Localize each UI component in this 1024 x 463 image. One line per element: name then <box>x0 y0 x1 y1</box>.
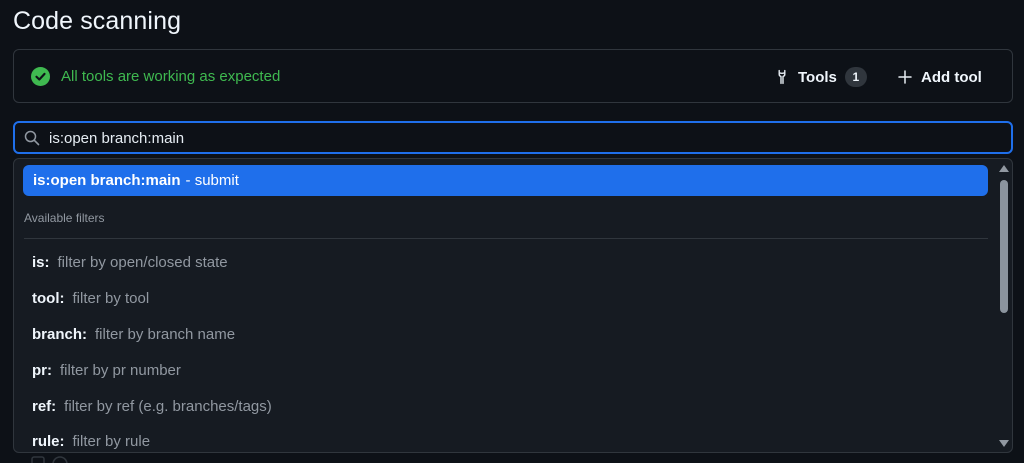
filter-item-pr[interactable]: pr: filter by pr number <box>14 352 994 388</box>
filter-item-tool[interactable]: tool: filter by tool <box>14 281 994 317</box>
filter-description: filter by tool <box>72 290 150 308</box>
filter-key: tool: <box>32 290 65 308</box>
tools-button[interactable]: Tools 1 <box>774 63 867 91</box>
filter-description: filter by ref (e.g. branches/tags) <box>64 397 272 415</box>
check-circle-fill-icon <box>31 67 50 86</box>
filter-description: filter by rule <box>72 433 151 451</box>
divider <box>24 238 988 239</box>
submit-suggestion[interactable]: is:open branch:main - submit <box>23 165 988 196</box>
search-field[interactable] <box>13 121 1013 154</box>
filter-key: pr: <box>32 361 52 379</box>
filter-key: branch: <box>32 325 88 343</box>
filter-list: is: filter by open/closed state tool: fi… <box>14 245 994 452</box>
suggestion-suffix: - submit <box>185 172 239 189</box>
scroll-thumb[interactable] <box>1000 180 1008 313</box>
page: Code scanning All tools are working as e… <box>0 0 1024 463</box>
partially-hidden-checkbox-icon <box>31 456 68 463</box>
tools-count-badge: 1 <box>844 67 867 87</box>
page-title: Code scanning <box>13 7 182 35</box>
filter-key: is: <box>32 254 50 272</box>
add-tool-button[interactable]: Add tool <box>898 63 982 91</box>
scroll-down-arrow-icon[interactable] <box>999 440 1009 447</box>
filter-item-rule[interactable]: rule: filter by rule <box>14 424 994 452</box>
filter-key: rule: <box>32 433 65 451</box>
search-input[interactable] <box>49 126 999 150</box>
tools-icon <box>778 69 786 85</box>
filter-description: filter by pr number <box>60 361 181 379</box>
dropdown-scrollbar[interactable] <box>997 161 1011 451</box>
filter-item-is[interactable]: is: filter by open/closed state <box>14 245 994 281</box>
filter-key: ref: <box>32 397 57 415</box>
plus-icon <box>898 70 912 84</box>
tool-status-panel: All tools are working as expected Tools … <box>13 49 1013 103</box>
status-message: All tools are working as expected <box>61 68 281 85</box>
filter-suggestions-dropdown: is:open branch:main - submit Available f… <box>13 158 1013 453</box>
suggestion-query: is:open branch:main <box>33 172 181 189</box>
scroll-up-arrow-icon[interactable] <box>999 165 1009 172</box>
tools-label: Tools <box>798 68 837 86</box>
add-tool-label: Add tool <box>921 68 982 86</box>
filter-description: filter by branch name <box>95 325 236 343</box>
search-icon <box>24 130 40 146</box>
filter-description: filter by open/closed state <box>57 254 228 272</box>
filter-item-branch[interactable]: branch: filter by branch name <box>14 317 994 353</box>
filter-item-ref[interactable]: ref: filter by ref (e.g. branches/tags) <box>14 388 994 424</box>
section-label: Available filters <box>24 211 105 225</box>
